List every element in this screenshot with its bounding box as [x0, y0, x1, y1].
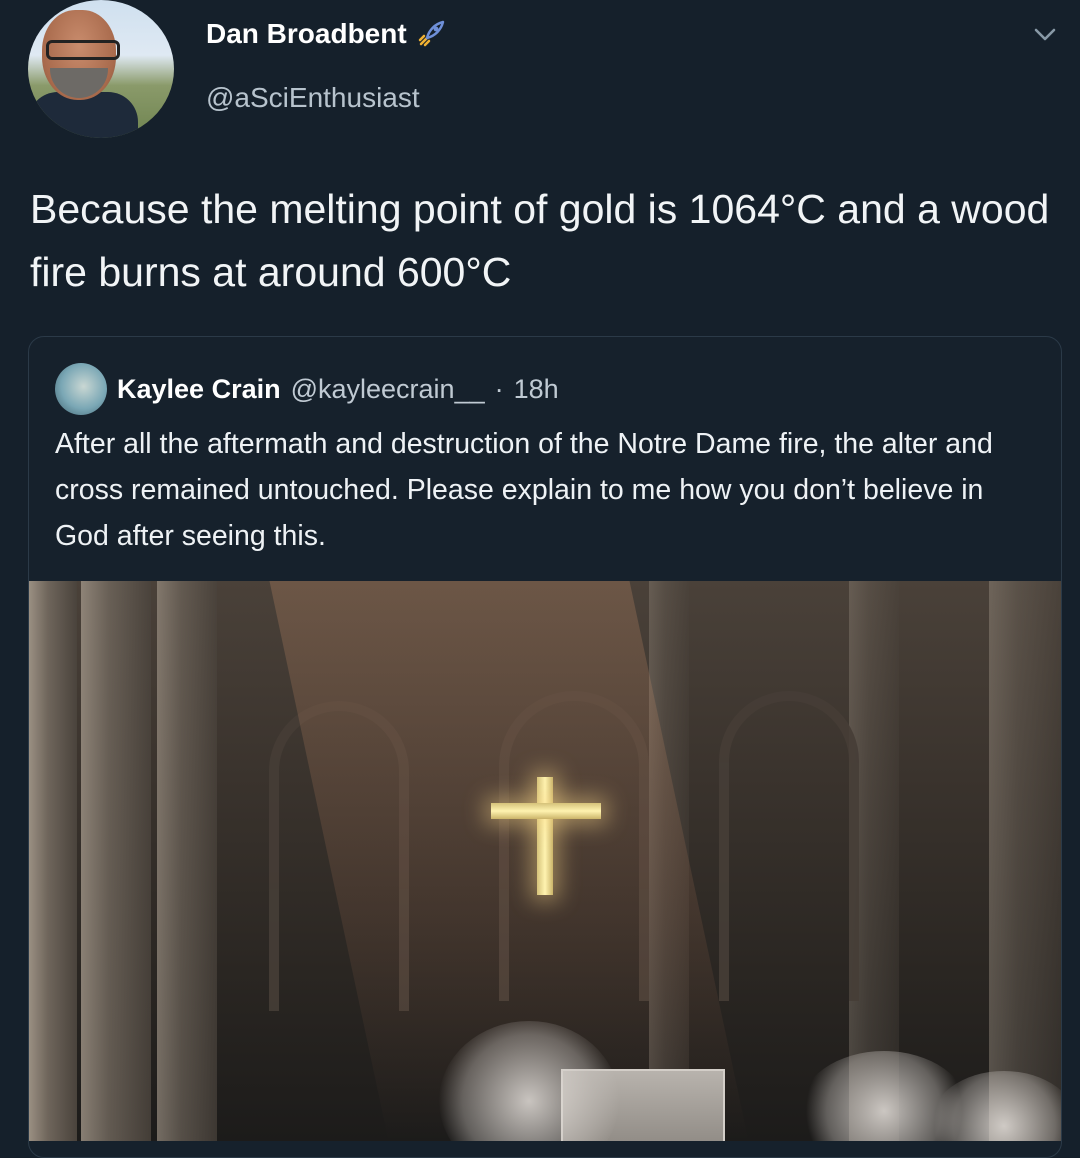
quoted-display-name[interactable]: Kaylee Crain [117, 374, 281, 405]
avatar[interactable] [28, 0, 174, 138]
tweet: Dan Broadbent @aSciEnthusiast Because th… [0, 0, 1080, 1158]
photo-arch [719, 691, 859, 1001]
photo-cross-bar [491, 803, 601, 819]
quoted-timestamp[interactable]: 18h [514, 374, 559, 405]
tweet-photo[interactable] [29, 581, 1061, 1141]
photo-cross [537, 777, 553, 895]
avatar-glasses [46, 40, 120, 60]
photo-pillar [989, 581, 1061, 1141]
quoted-separator: · [494, 373, 504, 404]
author-handle[interactable]: @aSciEnthusiast [206, 82, 420, 114]
quoted-tweet-card[interactable]: Kaylee Crain @kayleecrain__ · 18h After … [28, 336, 1062, 1158]
chevron-down-icon[interactable] [1030, 22, 1060, 46]
photo-pillar [81, 581, 151, 1141]
photo-pillar [157, 581, 217, 1141]
quoted-tweet-text: After all the aftermath and destruction … [55, 428, 993, 552]
author-display-name[interactable]: Dan Broadbent [206, 18, 407, 50]
photo-pillar [29, 581, 77, 1141]
quoted-tweet-header: Kaylee Crain @kayleecrain__ · 18h [55, 363, 559, 415]
author-name-row: Dan Broadbent [206, 18, 447, 50]
quoted-avatar[interactable] [55, 363, 107, 415]
quoted-handle[interactable]: @kayleecrain__ [291, 374, 485, 405]
rocket-icon [418, 20, 444, 47]
tweet-text: Because the melting point of gold is 106… [30, 186, 1050, 295]
